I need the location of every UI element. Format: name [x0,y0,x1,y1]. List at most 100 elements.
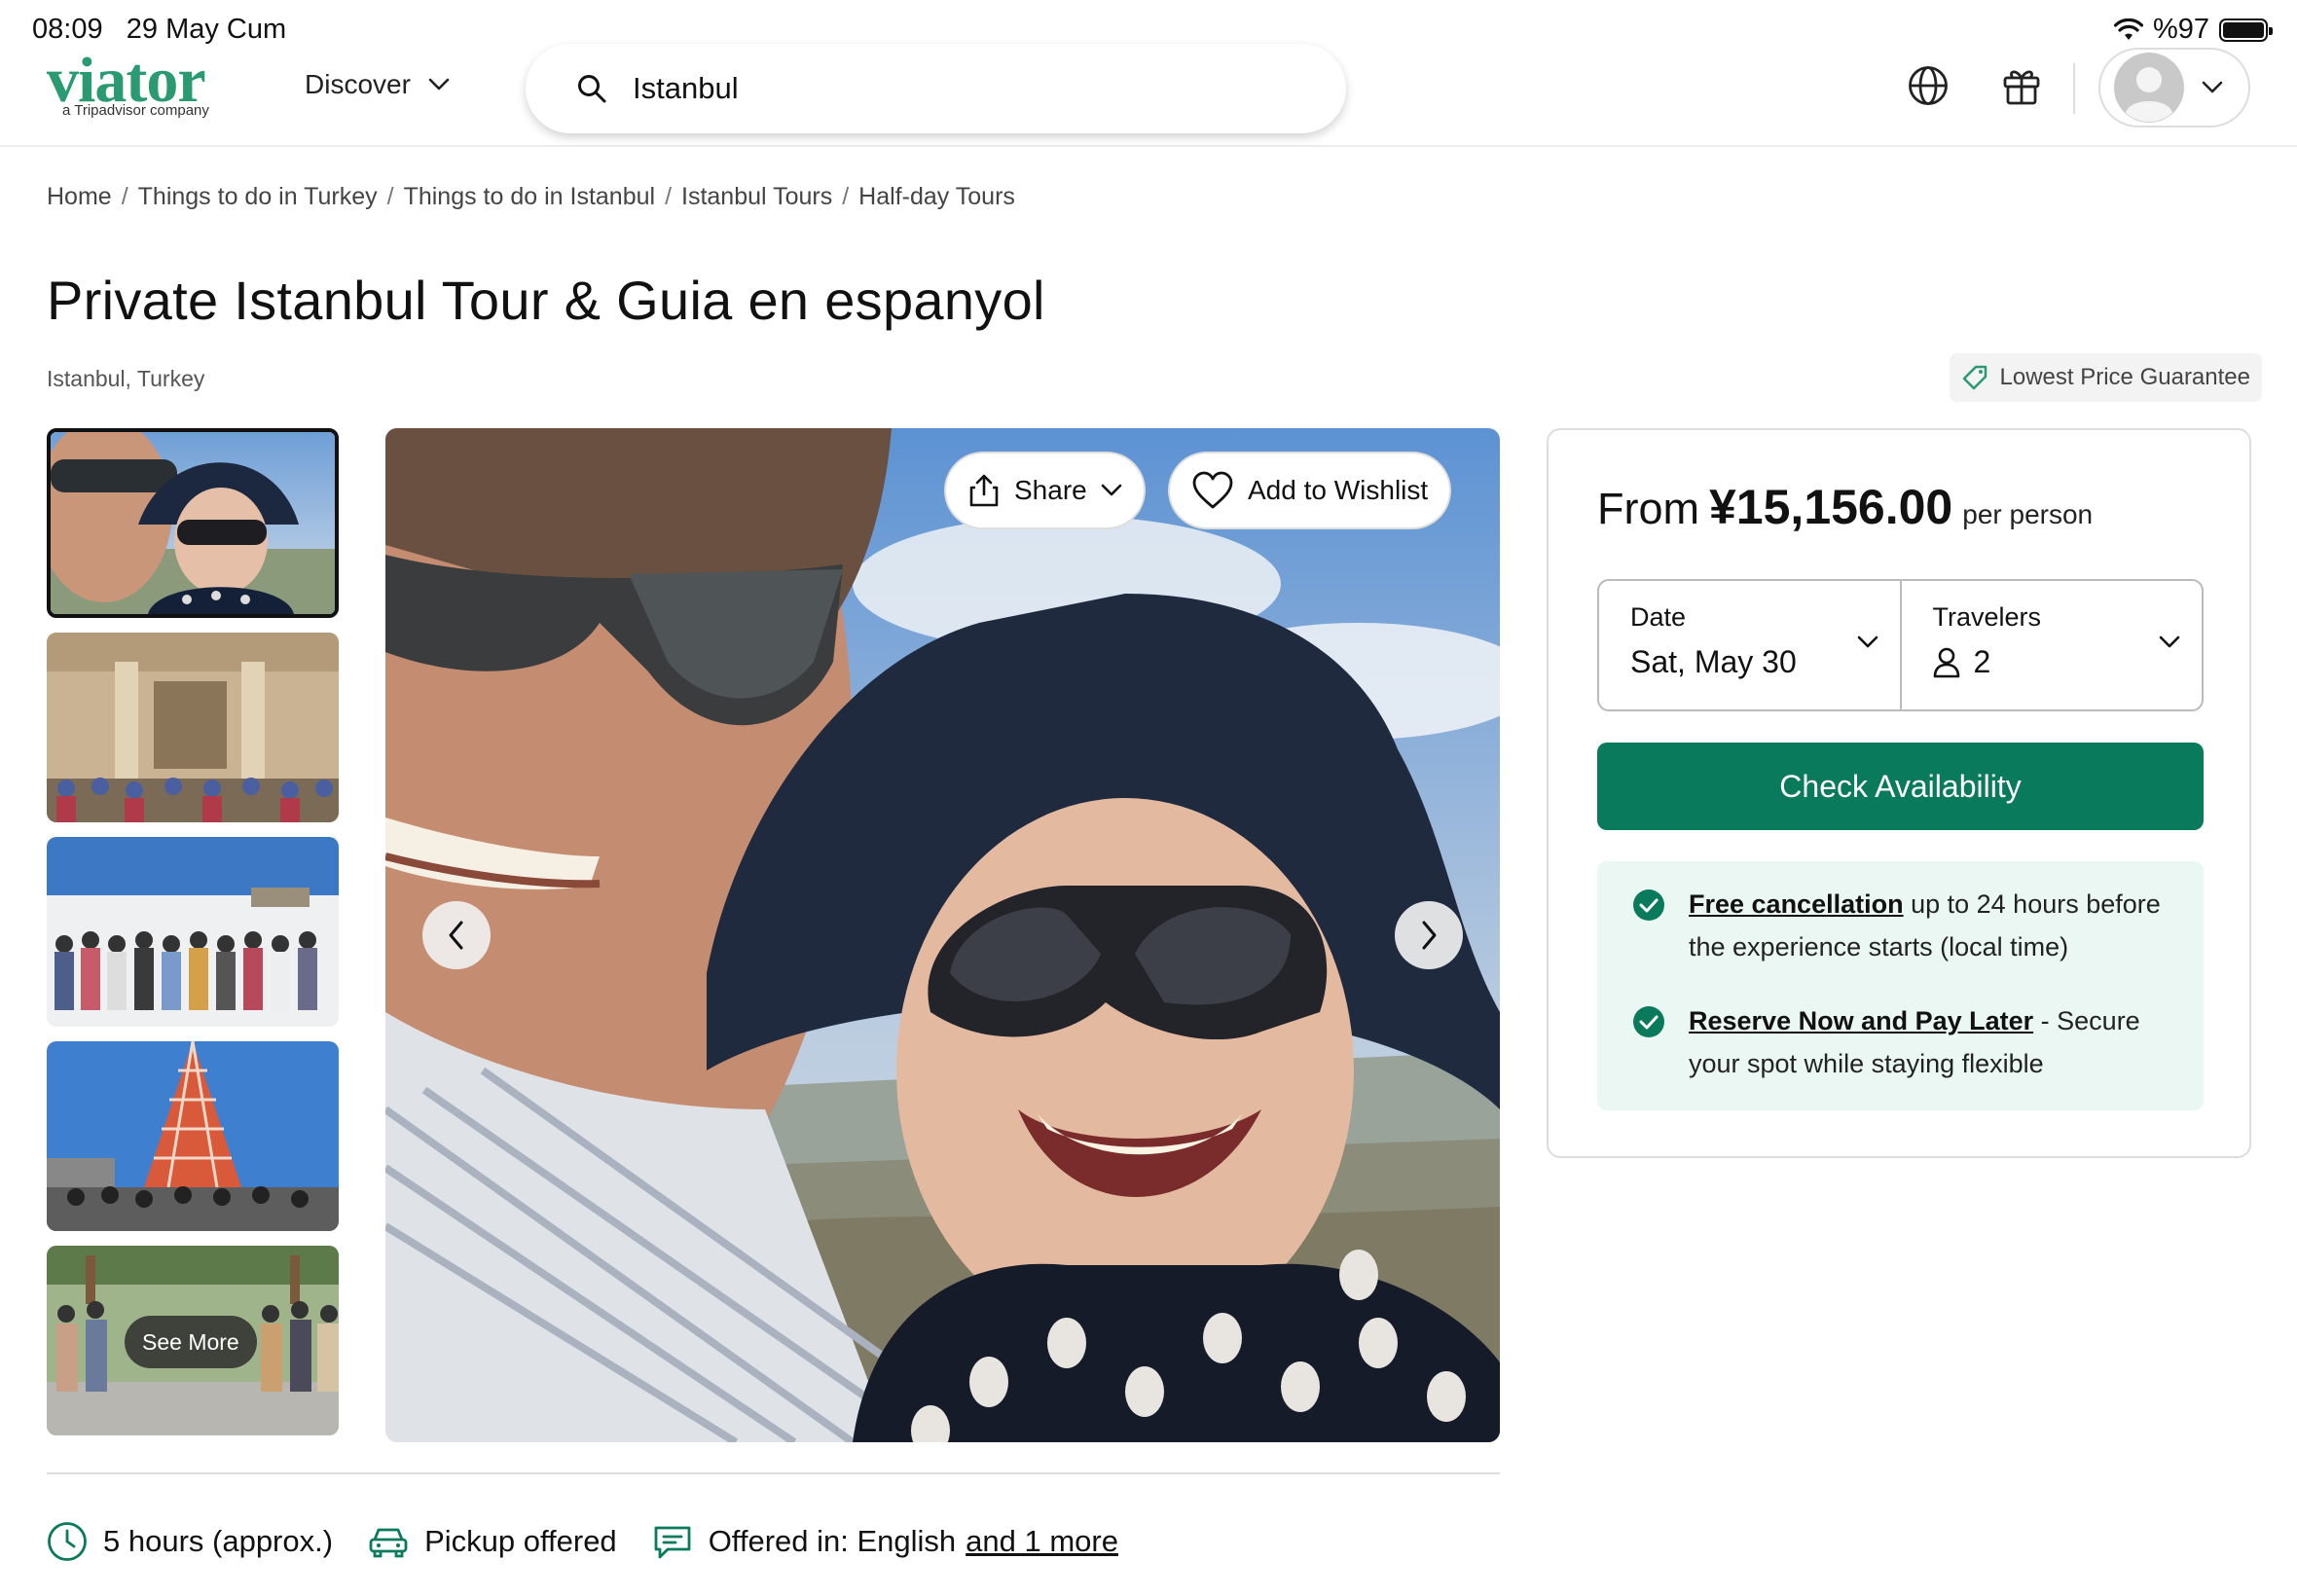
price-per-person: per person [1962,499,2094,529]
travelers-label: Travelers [1932,602,2042,632]
breadcrumb-istanbul[interactable]: Things to do in Istanbul [404,183,656,211]
breadcrumb-separator: / [665,183,673,210]
avatar-icon [2114,53,2184,123]
booking-panel: From ¥15,156.00 per person Date Sat, May… [1547,428,2251,1158]
more-languages-link[interactable]: and 1 more [966,1524,1118,1559]
search-input[interactable] [633,71,1217,106]
date-value: Sat, May 30 [1630,644,1797,679]
main-photo[interactable]: Share Add to Wishlist [385,428,1500,1442]
check-availability-button[interactable]: Check Availability [1597,743,2204,830]
travelers-value: 2 [1973,644,1991,679]
thumbnail-3[interactable] [47,837,339,1027]
duration-text: 5 hours (approx.) [103,1524,334,1558]
breadcrumb-home[interactable]: Home [47,183,112,211]
gift-button[interactable] [1997,61,2046,110]
check-circle-icon [1633,1006,1664,1037]
clock-time: 08:09 [32,14,103,45]
clock-date: 29 May Cum [126,14,287,45]
status-time: 08:09 29 May Cum [32,14,286,46]
breadcrumb-separator: / [842,183,850,210]
breadcrumb-istanbul-tours[interactable]: Istanbul Tours [681,183,832,211]
status-indicators: %97 [2113,14,2273,46]
feature-pickup: Pickup offered [368,1524,617,1559]
lowest-price-guarantee-label: Lowest Price Guarantee [1999,364,2250,390]
search-icon [578,75,606,103]
booking-selectors: Date Sat, May 30 Travelers 2 [1597,579,2204,711]
site-header: viator a Tripadvisor company Discover [0,44,2297,147]
breadcrumb-turkey[interactable]: Things to do in Turkey [138,183,378,211]
reserve-now-pay-later-link[interactable]: Reserve Now and Pay Later [1689,1006,2033,1035]
discover-menu[interactable]: Discover [305,69,450,100]
travelers-selector[interactable]: Travelers 2 [1899,581,2203,709]
add-to-wishlist-button[interactable]: Add to Wishlist [1168,452,1452,529]
lowest-price-guarantee-badge[interactable]: Lowest Price Guarantee [1949,353,2262,402]
page-title: Private Istanbul Tour & Guia en espanyol [47,270,1045,331]
logo-subtitle: a Tripadvisor company [62,102,209,119]
chevron-down-icon [2202,81,2223,93]
feature-languages: Offered in: English and 1 more [652,1522,1118,1561]
share-label: Share [1014,475,1087,505]
clock-icon [48,1522,87,1561]
profile-menu[interactable] [2098,48,2250,127]
booking-perks: Free cancellation up to 24 hours before … [1597,861,2204,1110]
price-from-label: From [1597,484,1699,533]
gift-icon [2003,70,2040,105]
breadcrumb-half-day-tours[interactable]: Half-day Tours [858,183,1015,211]
search-bar[interactable] [526,44,1346,133]
thumbnail-2[interactable] [47,633,339,822]
travelers-value-row: 2 [1933,644,2171,680]
perk-text: Reserve Now and Pay Later - Secure your … [1689,999,2177,1085]
tour-location: Istanbul, Turkey [47,366,205,391]
breadcrumb-separator: / [386,183,394,210]
previous-photo-button[interactable] [422,901,491,969]
thumbnail-4[interactable] [47,1041,339,1231]
battery-percent: %97 [2152,14,2209,45]
chevron-down-icon [1857,635,1878,648]
share-button[interactable]: Share [944,452,1146,529]
thumbnail-image [47,1041,339,1231]
date-selector[interactable]: Date Sat, May 30 [1599,581,1900,709]
battery-icon [2219,18,2273,42]
chevron-left-icon [449,921,463,950]
thumbnail-image [47,837,339,1027]
thumbnail-image [47,633,339,822]
speech-bubble-icon [654,1526,691,1559]
content-divider [47,1472,1500,1474]
date-label: Date [1630,602,1687,632]
person-icon [1933,647,1959,677]
check-circle-icon [1633,889,1664,921]
tour-features: 5 hours (approx.) Pickup offered Offered… [47,1521,1153,1562]
language-button[interactable] [1904,61,1952,110]
chevron-right-icon [1422,921,1437,950]
wifi-icon [2113,18,2143,40]
see-more-button[interactable]: See More [125,1316,257,1368]
perk-free-cancellation: Free cancellation up to 24 hours before … [1632,883,2177,968]
breadcrumb: Home / Things to do in Turkey / Things t… [47,183,1015,211]
chevron-down-icon [1101,484,1122,496]
viator-logo[interactable]: viator a Tripadvisor company [47,45,251,124]
languages-text: Offered in: English [708,1524,957,1558]
price-row: From ¥15,156.00 per person [1597,479,2093,535]
breadcrumb-separator: / [121,183,128,210]
discover-label: Discover [305,69,411,99]
main-photo-image [385,428,1500,1442]
thumbnail-1[interactable] [47,428,339,618]
perk-reserve-now: Reserve Now and Pay Later - Secure your … [1632,999,2177,1085]
chevron-down-icon [428,78,450,91]
perk-text: Free cancellation up to 24 hours before … [1689,883,2177,968]
chevron-down-icon [2159,635,2180,648]
next-photo-button[interactable] [1395,901,1463,969]
globe-icon [1909,66,1948,105]
share-icon [969,474,999,507]
pickup-text: Pickup offered [424,1524,617,1558]
price-tag-icon [1962,365,1987,390]
wishlist-label: Add to Wishlist [1248,475,1429,505]
car-icon [369,1528,408,1558]
thumbnail-5[interactable]: See More [47,1246,339,1435]
price-value: ¥15,156.00 [1709,480,1953,534]
heart-icon [1192,471,1233,509]
header-divider [2073,63,2075,114]
feature-duration: 5 hours (approx.) [47,1521,333,1562]
free-cancellation-link[interactable]: Free cancellation [1689,889,1904,919]
thumbnail-image [51,432,335,614]
